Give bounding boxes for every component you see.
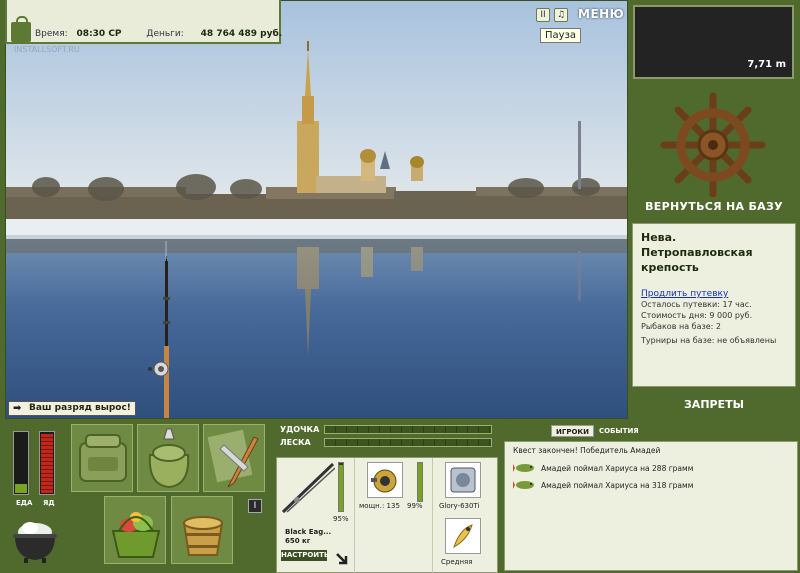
rod-condition: 95% [333, 515, 349, 523]
knife-icon [207, 429, 259, 488]
fishing-scene[interactable] [5, 0, 628, 419]
tab-players[interactable]: ИГРОКИ [551, 425, 594, 437]
poison-meter [39, 431, 55, 495]
depth-value: 7,71 m [747, 59, 786, 70]
river-landscape [6, 1, 627, 418]
fish-icon [513, 464, 534, 472]
line-cell[interactable]: Glory-630Ti Средняя [433, 458, 499, 573]
ship-wheel-icon[interactable] [660, 92, 766, 198]
time-label: Время: [35, 29, 68, 39]
food-meter [13, 431, 29, 495]
poison-label: ЯД [43, 499, 55, 507]
log-entry: Амадей поймал Хариуса на 288 грамм [541, 464, 694, 473]
bucket-icon [182, 516, 224, 556]
tab-events[interactable]: СОБЫТИЯ [595, 425, 643, 437]
depth-display: 7,71 m [633, 5, 794, 79]
poison-level [41, 434, 53, 493]
adjust-button[interactable]: НАСТРОИТЬ [281, 550, 329, 561]
return-to-base-button[interactable]: ВЕРНУТЬСЯ НА БАЗУ [628, 200, 800, 213]
bait-image [445, 518, 481, 554]
slot-basket[interactable] [104, 496, 166, 564]
lock-icon[interactable] [11, 16, 31, 42]
food-label: ЕДА [16, 499, 33, 507]
log-panel: ИГРОКИ СОБЫТИЯ Квест закончен! Победител… [501, 419, 800, 573]
location-title: Нева. Петропавловская крепость [641, 231, 753, 274]
slot-info-icon[interactable]: I [248, 499, 262, 513]
bait-size: Средняя [441, 558, 473, 566]
fish-icon [513, 481, 534, 489]
sound-icon[interactable]: ♫ [554, 8, 568, 22]
fishers-count: Рыбаков на базе: 2 [641, 322, 721, 331]
reel-icon [371, 469, 397, 493]
gear-box: 95% Black Eag... 650 кг НАСТРОИТЬ мощн.:… [276, 457, 498, 573]
rod-label: УДОЧКА [280, 425, 320, 434]
rod-icon [281, 462, 335, 514]
status-row: Время: 08:30 СР Деньги: 48 764 489 руб. [35, 29, 282, 39]
permit-remaining: Осталось путевки: 17 час. [641, 300, 752, 309]
day-cost: Стоимость дня: 9 000 руб. [641, 311, 753, 320]
log-entry: Амадей поймал Хариуса на 318 грамм [541, 481, 694, 490]
rod-weight: 650 кг [285, 537, 311, 545]
pause-tooltip: Пауза [540, 28, 582, 43]
arrow-down-right-icon[interactable] [335, 552, 349, 566]
slot-bucket[interactable] [171, 496, 233, 564]
rank-up-message[interactable]: Ваш разряд вырос! [8, 401, 136, 416]
rod-name: Black Eag... [285, 528, 332, 536]
watermark: INSTALLSOFT.RU [14, 45, 80, 54]
menu-button[interactable]: МЕНЮ [578, 7, 624, 21]
line-name: Glory-630Ti [439, 502, 480, 510]
line-spool-image [445, 462, 481, 498]
rod-cell[interactable]: 95% Black Eag... 650 кг НАСТРОИТЬ [277, 458, 355, 573]
slot-knife[interactable] [203, 424, 265, 492]
right-panel: 7,71 m ВЕРНУТЬСЯ НА БАЗУ Нева. Петропавл… [628, 0, 800, 419]
bag-icon [148, 428, 190, 489]
location-panel: Нева. Петропавловская крепость Продлить … [632, 223, 796, 387]
food-basket-icon [111, 512, 161, 558]
reel-condition: 99% [407, 502, 423, 510]
reel-condition-bar [417, 462, 423, 502]
money-value: 48 764 489 руб. [200, 29, 283, 39]
reel-stats: мощн.: 135 [359, 502, 400, 510]
cauldron-icon[interactable] [10, 514, 60, 564]
rod-condition-bar [338, 462, 344, 512]
money-label: Деньги: [146, 29, 184, 39]
status-bar: Время: 08:30 СР Деньги: 48 764 489 руб. [5, 0, 282, 44]
log-entry: Квест закончен! Победитель Амадей [513, 446, 661, 455]
bottom-panel: ЕДА ЯД I УДОЧКА ЛЕСКА 95% Black Eag... 6… [0, 419, 800, 573]
tackle-panel: УДОЧКА ЛЕСКА 95% Black Eag... 650 кг НАС… [276, 419, 498, 573]
time-value: 08:30 СР [76, 29, 122, 39]
tournaments-info: Турниры на базе: не объявлены [641, 336, 777, 345]
pause-icon[interactable]: II [536, 8, 550, 22]
rod-tension-bar [324, 425, 492, 434]
food-level [15, 483, 27, 493]
line-label: ЛЕСКА [280, 438, 311, 447]
lure-icon [453, 524, 473, 549]
slot-bag[interactable] [137, 424, 199, 492]
extend-permit-link[interactable]: Продлить путевку [641, 289, 787, 299]
log-box: Квест закончен! Победитель Амадей Амадей… [504, 441, 798, 571]
reel-cell[interactable]: мощн.: 135 99% [355, 458, 433, 573]
bans-button[interactable]: ЗАПРЕТЫ [628, 398, 800, 411]
backpack-icon [79, 434, 127, 482]
reel-image [367, 462, 403, 498]
line-tension-bar [324, 438, 492, 447]
slot-backpack[interactable] [71, 424, 133, 492]
line-spool-icon [450, 467, 476, 493]
